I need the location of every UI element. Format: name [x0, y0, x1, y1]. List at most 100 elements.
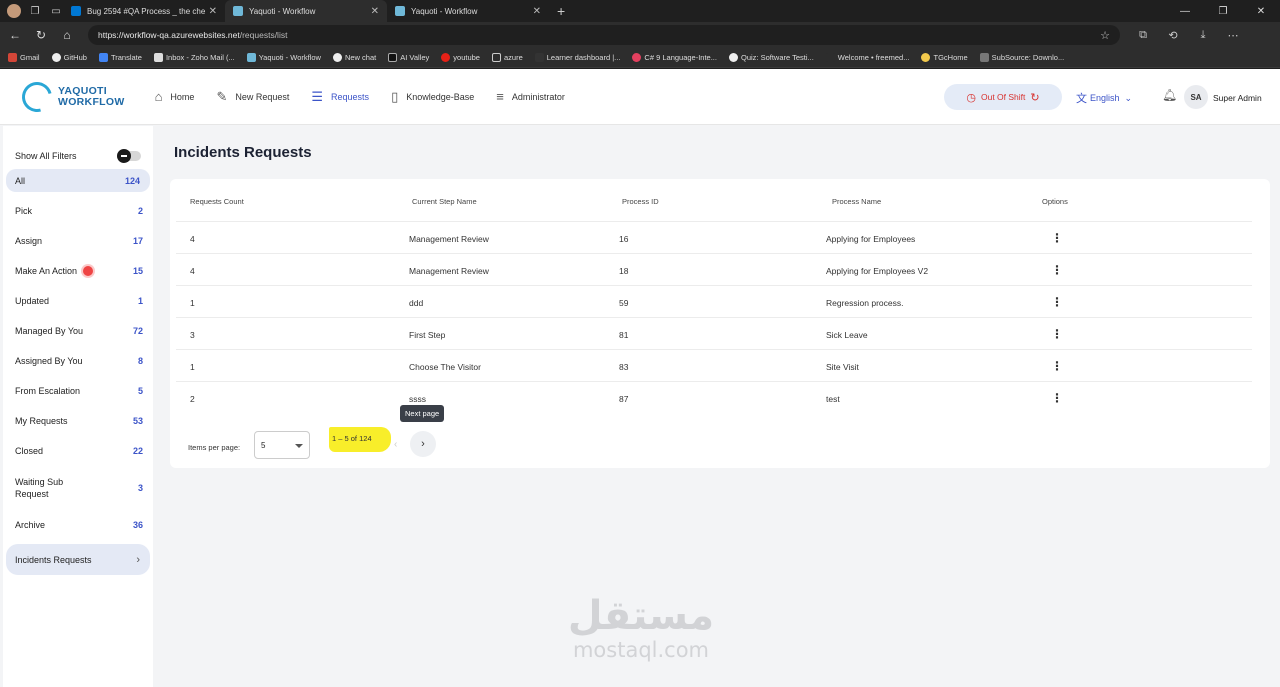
close-icon[interactable]: ✕	[533, 6, 541, 17]
home-browser-icon[interactable]: ⌂	[56, 28, 78, 42]
tab-actions-icon[interactable]: ▭	[49, 4, 63, 18]
sidebar-item-count: 22	[132, 446, 143, 456]
workspaces-icon[interactable]: ❐	[28, 4, 42, 18]
app-logo[interactable]: YAQUOTI WORKFLOW	[16, 76, 125, 117]
sidebar-item-from-escalation[interactable]: From Escalation 5	[3, 376, 153, 406]
new-tab-icon[interactable]: +	[557, 3, 565, 19]
bookmark-yaquoti[interactable]: Yaquoti - Workflow	[246, 53, 321, 62]
bookmark-zoho[interactable]: Inbox - Zoho Mail (...	[153, 53, 235, 62]
browser-actions: ⧉ ⟲ ⤓ ⋯	[1128, 29, 1248, 42]
show-all-filters-toggle[interactable]	[117, 149, 141, 163]
cell-requests-count: 2	[190, 394, 195, 404]
star-icon[interactable]: ☆	[1100, 29, 1110, 42]
bookmark-csharp[interactable]: C# 9 Language-Inte...	[632, 53, 717, 62]
bookmark-tgchome[interactable]: TGcHome	[921, 53, 968, 62]
refresh-icon[interactable]: ↻	[1030, 91, 1039, 104]
sidebar-item-closed[interactable]: Closed 22	[3, 436, 153, 466]
table-row[interactable]: 2 ssss 87 test ⋮	[176, 381, 1252, 413]
bookmark-gmail[interactable]: Gmail	[8, 53, 40, 62]
azure-devops-icon	[71, 6, 81, 16]
more-vertical-icon[interactable]: ⋮	[1051, 359, 1063, 373]
close-icon[interactable]: ✕	[371, 6, 379, 17]
minimize-icon[interactable]: —	[1166, 6, 1204, 17]
address-bar[interactable]: https://workflow-qa.azurewebsites.net/re…	[88, 25, 1120, 45]
close-icon[interactable]: ✕	[209, 6, 217, 17]
language-selector[interactable]: 文 English ⌄	[1076, 90, 1132, 106]
sidebar-item-assigned-by-you[interactable]: Assigned By You 8	[3, 346, 153, 376]
shift-label: Out Of Shift	[980, 92, 1026, 102]
table-row[interactable]: 4 Management Review 16 Applying for Empl…	[176, 221, 1252, 253]
nav-home[interactable]: ⌂ Home	[155, 89, 195, 104]
next-page-button[interactable]: ›	[410, 431, 436, 457]
csharp-icon	[632, 53, 642, 62]
bookmark-freemed[interactable]: Welcome • freemed...	[825, 53, 909, 62]
tab-title: Yaquoti - Workflow	[411, 6, 478, 16]
download-icon[interactable]: ⤓	[1188, 29, 1218, 42]
bookmark-ai-valley[interactable]: AI Valley	[388, 53, 429, 62]
home-icon: ⌂	[154, 89, 163, 104]
nav-administrator[interactable]: ≡ Administrator	[496, 89, 565, 104]
sidebar-item-label: Pick	[15, 206, 33, 216]
youtube-icon	[441, 53, 451, 62]
more-vertical-icon[interactable]: ⋮	[1051, 263, 1063, 277]
avatar[interactable]: SA	[1184, 85, 1208, 109]
bookmark-subsource[interactable]: SubSource: Downlo...	[979, 53, 1064, 62]
items-per-page-select[interactable]: 5	[254, 431, 310, 459]
table-row[interactable]: 3 First Step 81 Sick Leave ⋮	[176, 317, 1252, 349]
browser-tab-1[interactable]: Bug 2594 #QA Process _ the chec ✕	[63, 0, 225, 22]
close-window-icon[interactable]: ✕	[1242, 6, 1280, 17]
sidebar-item-my-requests[interactable]: My Requests 53	[3, 406, 153, 436]
restore-icon[interactable]: ❐	[1204, 6, 1242, 17]
nav-knowledge-base[interactable]: ▯ Knowledge-Base	[391, 89, 474, 105]
bookmark-new-chat[interactable]: New chat	[332, 53, 376, 62]
browser-tab-3[interactable]: Yaquoti - Workflow ✕	[387, 0, 549, 22]
column-header: Process ID	[622, 197, 659, 206]
items-per-page-label: Items per page:	[188, 443, 241, 452]
nav-requests[interactable]: ☰ Requests	[311, 89, 369, 105]
column-header: Requests Count	[190, 197, 244, 206]
browser-tab-2[interactable]: Yaquoti - Workflow ✕	[225, 0, 387, 22]
sidebar-item-archive[interactable]: Archive 36	[3, 510, 153, 540]
bookmark-label: Translate	[110, 53, 142, 62]
sidebar-item-updated[interactable]: Updated 1	[3, 286, 153, 316]
column-header: Current Step Name	[412, 197, 477, 206]
more-vertical-icon[interactable]: ⋮	[1051, 327, 1063, 341]
browser-toolbar: ← ↻ ⌂ https://workflow-qa.azurewebsites.…	[0, 22, 1280, 48]
translate-icon: 文	[1076, 93, 1087, 105]
logo-line-2: WORKFLOW	[58, 95, 125, 108]
sidebar-item-all[interactable]: All 124	[6, 169, 150, 192]
more-vertical-icon[interactable]: ⋮	[1051, 391, 1063, 405]
bookmark-github[interactable]: GitHub	[51, 53, 87, 62]
bookmark-quiz[interactable]: Quiz: Software Testi...	[728, 53, 814, 62]
bookmark-youtube[interactable]: youtube	[441, 53, 480, 62]
yaquoti-icon	[233, 6, 243, 16]
reload-icon[interactable]: ↻	[30, 28, 52, 42]
bookmark-azure[interactable]: azure	[491, 53, 523, 62]
sidebar-item-make-an-action[interactable]: Make An Action 15	[3, 256, 153, 286]
extensions-icon[interactable]: ⧉	[1128, 29, 1158, 42]
more-vertical-icon[interactable]: ⋮	[1051, 231, 1063, 245]
more-vertical-icon[interactable]: ⋮	[1051, 295, 1063, 309]
sidebar-item-incidents-requests[interactable]: Incidents Requests ›	[6, 544, 150, 575]
bookmark-learner[interactable]: Learner dashboard |...	[534, 53, 620, 62]
table-row[interactable]: 1 ddd 59 Regression process. ⋮	[176, 285, 1252, 317]
back-icon[interactable]: ←	[4, 28, 26, 42]
sidebar-item-assign[interactable]: Assign 17	[3, 226, 153, 256]
profile-avatar-icon[interactable]	[7, 4, 21, 18]
table-row[interactable]: 1 Choose The Visitor 83 Site Visit ⋮	[176, 349, 1252, 381]
sidebar-item-waiting-sub-request[interactable]: Waiting Sub Request 3	[3, 466, 153, 510]
previous-page-button[interactable]: ‹	[394, 439, 397, 450]
sliders-icon: ≡	[496, 89, 504, 104]
bell-icon[interactable]: 🔔︎	[1162, 88, 1177, 102]
sidebar-item-label: Assigned By You	[15, 356, 83, 366]
sidebar-item-pick[interactable]: Pick 2	[3, 196, 153, 226]
history-icon[interactable]: ⟲	[1158, 29, 1188, 42]
table-row[interactable]: 4 Management Review 18 Applying for Empl…	[176, 253, 1252, 285]
out-of-shift-button[interactable]: ◷ Out Of Shift ↻	[944, 84, 1062, 110]
clock-icon: ◷	[966, 91, 976, 104]
sidebar-item-managed-by-you[interactable]: Managed By You 72	[3, 316, 153, 346]
nav-new-request[interactable]: ✎ New Request	[216, 89, 289, 105]
user-name[interactable]: Super Admin	[1213, 93, 1262, 103]
more-icon[interactable]: ⋯	[1218, 29, 1248, 42]
bookmark-translate[interactable]: Translate	[98, 53, 142, 62]
